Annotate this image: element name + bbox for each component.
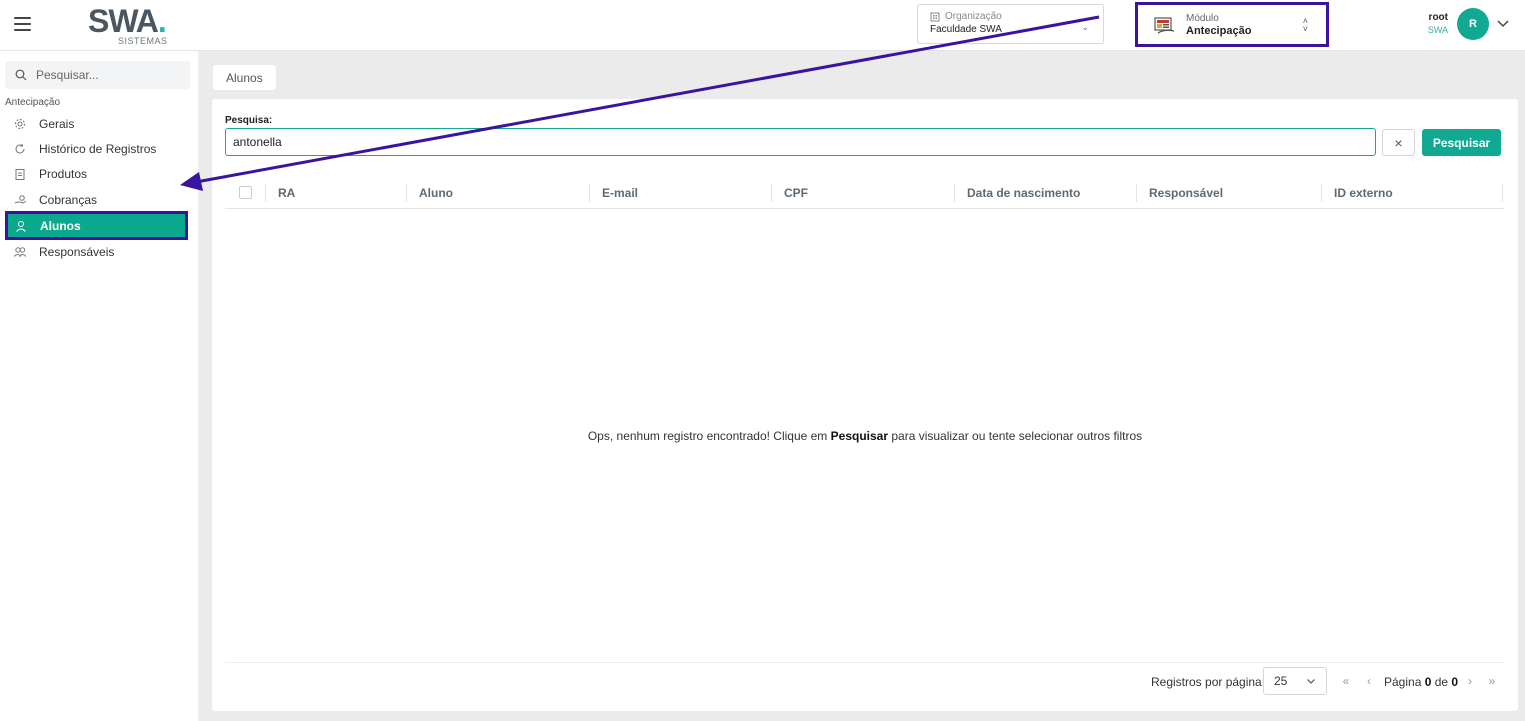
menu-icon[interactable] xyxy=(14,17,31,31)
content-card: Pesquisa: × Pesquisar RA Aluno E-mail CP… xyxy=(212,99,1518,711)
money-hand-icon xyxy=(13,193,27,207)
module-icon xyxy=(1154,17,1175,34)
per-page-label: Registros por página: xyxy=(1151,675,1266,689)
sidebar-item-gerais[interactable]: Gerais xyxy=(5,112,188,136)
top-header: SWA. SISTEMAS Organização Faculdade SWA … xyxy=(0,0,1525,51)
column-header-id-externo[interactable]: ID externo xyxy=(1321,183,1503,202)
sidebar-search-input[interactable]: Pesquisar... xyxy=(5,61,190,89)
empty-state-message: Ops, nenhum registro encontrado! Clique … xyxy=(212,429,1518,443)
column-header-responsavel[interactable]: Responsável xyxy=(1136,183,1321,202)
chevron-down-icon[interactable] xyxy=(1496,16,1510,30)
page-total: 0 xyxy=(1451,675,1459,689)
chevron-updown-icon: ˄ ˅ xyxy=(1302,16,1308,34)
table-header: RA Aluno E-mail CPF Data de nascimento R… xyxy=(225,177,1504,209)
history-icon xyxy=(13,142,27,156)
page-mid: de xyxy=(1431,675,1452,689)
sidebar-item-alunos[interactable]: Alunos xyxy=(5,211,188,240)
sidebar-item-label: Cobranças xyxy=(39,193,98,207)
prev-page-icon[interactable]: ‹ xyxy=(1362,673,1376,689)
user-icon xyxy=(14,219,28,233)
organization-select[interactable]: Organização Faculdade SWA ⌄ xyxy=(917,4,1104,44)
sidebar-item-label: Responsáveis xyxy=(39,245,115,259)
sidebar-item-produtos[interactable]: Produtos xyxy=(5,162,188,186)
logo[interactable]: SWA. SISTEMAS xyxy=(88,4,188,48)
sidebar-search-placeholder: Pesquisar... xyxy=(36,68,99,82)
column-header-email[interactable]: E-mail xyxy=(589,183,771,202)
search-icon xyxy=(15,69,27,81)
select-all-cell xyxy=(225,177,265,209)
sidebar-item-label: Alunos xyxy=(40,218,81,233)
avatar[interactable]: R xyxy=(1457,8,1489,40)
search-label: Pesquisa: xyxy=(225,115,273,126)
next-page-icon[interactable]: › xyxy=(1463,673,1477,689)
search-button[interactable]: Pesquisar xyxy=(1422,129,1501,156)
building-icon xyxy=(930,12,940,21)
users-icon xyxy=(13,245,27,259)
module-label: Módulo xyxy=(1186,13,1219,24)
module-value: Antecipação xyxy=(1186,25,1252,37)
main-content: Alunos Pesquisa: × Pesquisar RA Aluno E-… xyxy=(199,51,1525,721)
sidebar-item-cobrancas[interactable]: Cobranças xyxy=(5,188,188,212)
footer-divider xyxy=(225,662,1504,663)
sidebar-item-responsaveis[interactable]: Responsáveis xyxy=(5,240,188,264)
per-page-value: 25 xyxy=(1274,674,1288,688)
column-header-aluno[interactable]: Aluno xyxy=(406,183,589,202)
sidebar: Pesquisar... Antecipação Gerais Históric… xyxy=(0,51,199,721)
chevron-down-icon xyxy=(1307,679,1315,684)
gear-icon xyxy=(13,117,27,131)
sidebar-item-label: Histórico de Registros xyxy=(39,142,157,156)
sidebar-item-historico[interactable]: Histórico de Registros xyxy=(5,137,188,161)
column-header-ra[interactable]: RA xyxy=(265,183,406,202)
logo-subtitle: SISTEMAS xyxy=(118,36,168,46)
chevron-down-icon: ⌄ xyxy=(1081,22,1089,32)
logo-dot: . xyxy=(157,3,167,39)
user-menu[interactable]: root SWA R xyxy=(1410,8,1518,42)
user-name: root xyxy=(1428,12,1448,23)
organization-value: Faculdade SWA xyxy=(930,24,1002,35)
clear-search-button[interactable]: × xyxy=(1382,129,1415,156)
organization-label: Organização xyxy=(945,11,1002,22)
sidebar-item-label: Produtos xyxy=(39,167,88,181)
first-page-icon[interactable]: « xyxy=(1339,673,1353,689)
user-org: SWA xyxy=(1427,25,1448,35)
per-page-select[interactable]: 25 xyxy=(1263,667,1327,695)
sidebar-item-label: Gerais xyxy=(39,117,75,131)
pagination: Registros por página: 25 « ‹ Página 0 de… xyxy=(212,667,1518,695)
breadcrumb[interactable]: Alunos xyxy=(213,65,276,90)
clipboard-icon xyxy=(13,167,27,181)
search-input[interactable] xyxy=(225,128,1376,156)
page-prefix: Página xyxy=(1384,675,1425,689)
last-page-icon[interactable]: » xyxy=(1485,673,1499,689)
empty-text-before: Ops, nenhum registro encontrado! Clique … xyxy=(587,429,831,443)
sidebar-section-title: Antecipação xyxy=(5,97,61,108)
module-select[interactable]: Módulo Antecipação ˄ ˅ xyxy=(1135,2,1329,47)
column-header-data-nascimento[interactable]: Data de nascimento xyxy=(954,183,1136,202)
select-all-checkbox[interactable] xyxy=(238,186,252,199)
page-indicator: Página 0 de 0 xyxy=(1384,675,1458,689)
empty-text-bold: Pesquisar xyxy=(830,429,889,443)
column-header-cpf[interactable]: CPF xyxy=(771,183,954,202)
logo-text: SWA xyxy=(88,3,159,39)
empty-text-after: para visualizar ou tente selecionar outr… xyxy=(888,429,1143,443)
